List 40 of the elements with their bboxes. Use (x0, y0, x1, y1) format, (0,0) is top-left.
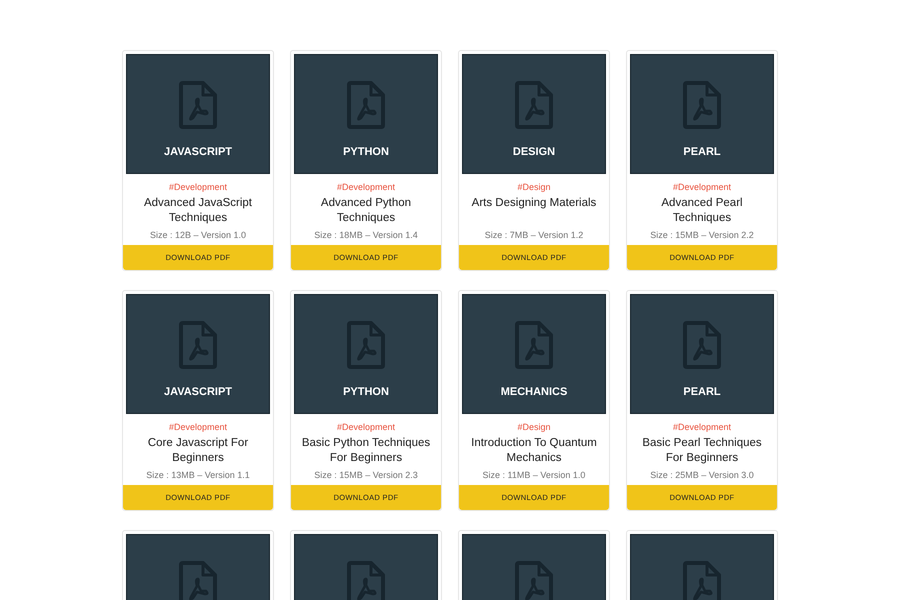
pdf-file-icon (683, 81, 721, 129)
pdf-file-icon (347, 321, 385, 369)
pdf-file-icon (515, 81, 553, 129)
thumbnail-label: MECHANICS (500, 386, 568, 398)
file-info: Size : 18MB – Version 1.4 (313, 230, 419, 240)
book-title: Basic Python Techniques For Beginners (300, 436, 432, 466)
category-link[interactable]: #Design (462, 182, 606, 192)
file-info: Size : 15MB – Version 2.3 (313, 470, 419, 480)
category-link[interactable]: #Development (126, 422, 270, 432)
category-link[interactable]: #Development (294, 422, 438, 432)
category-link[interactable]: #Development (630, 182, 774, 192)
pdf-file-icon (515, 321, 553, 369)
book-title: Introduction To Quantum Mechanics (470, 436, 598, 466)
thumbnail-label: PYTHON (343, 386, 389, 398)
book-title: Advanced JavaScript Techniques (142, 196, 254, 226)
pdf-file-icon (347, 81, 385, 129)
book-title: Core Javascript For Beginners (146, 436, 250, 466)
category-link[interactable]: #Development (294, 182, 438, 192)
file-info: Size : 12B – Version 1.0 (148, 230, 248, 240)
category-link[interactable]: #Development (630, 422, 774, 432)
book-title: Advanced Pearl Techniques (660, 196, 744, 226)
book-title: Arts Designing Materials (470, 196, 598, 211)
pdf-file-icon (179, 81, 217, 129)
pdf-file-icon (683, 321, 721, 369)
file-info: Size : 7MB – Version 1.2 (484, 230, 584, 240)
thumbnail-label: JAVASCRIPT (164, 386, 232, 398)
pdf-file-icon (179, 321, 217, 369)
file-info: Size : 13MB – Version 1.1 (145, 470, 251, 480)
file-info: Size : 15MB – Version 2.2 (649, 230, 755, 240)
category-link[interactable]: #Development (126, 182, 270, 192)
file-info: Size : 11MB – Version 1.0 (482, 470, 586, 480)
file-info: Size : 25MB – Version 3.0 (649, 470, 755, 480)
book-title: Basic Pearl Techniques For Beginners (641, 436, 763, 466)
thumbnail-label: PEARL (683, 146, 721, 158)
thumbnail-label: PEARL (683, 386, 721, 398)
book-title: Advanced Python Techniques (320, 196, 412, 226)
category-link[interactable]: #Design (462, 422, 606, 432)
thumbnail-label: PYTHON (343, 146, 389, 158)
thumbnail-label: JAVASCRIPT (164, 146, 232, 158)
thumbnail-label: DESIGN (512, 146, 556, 158)
